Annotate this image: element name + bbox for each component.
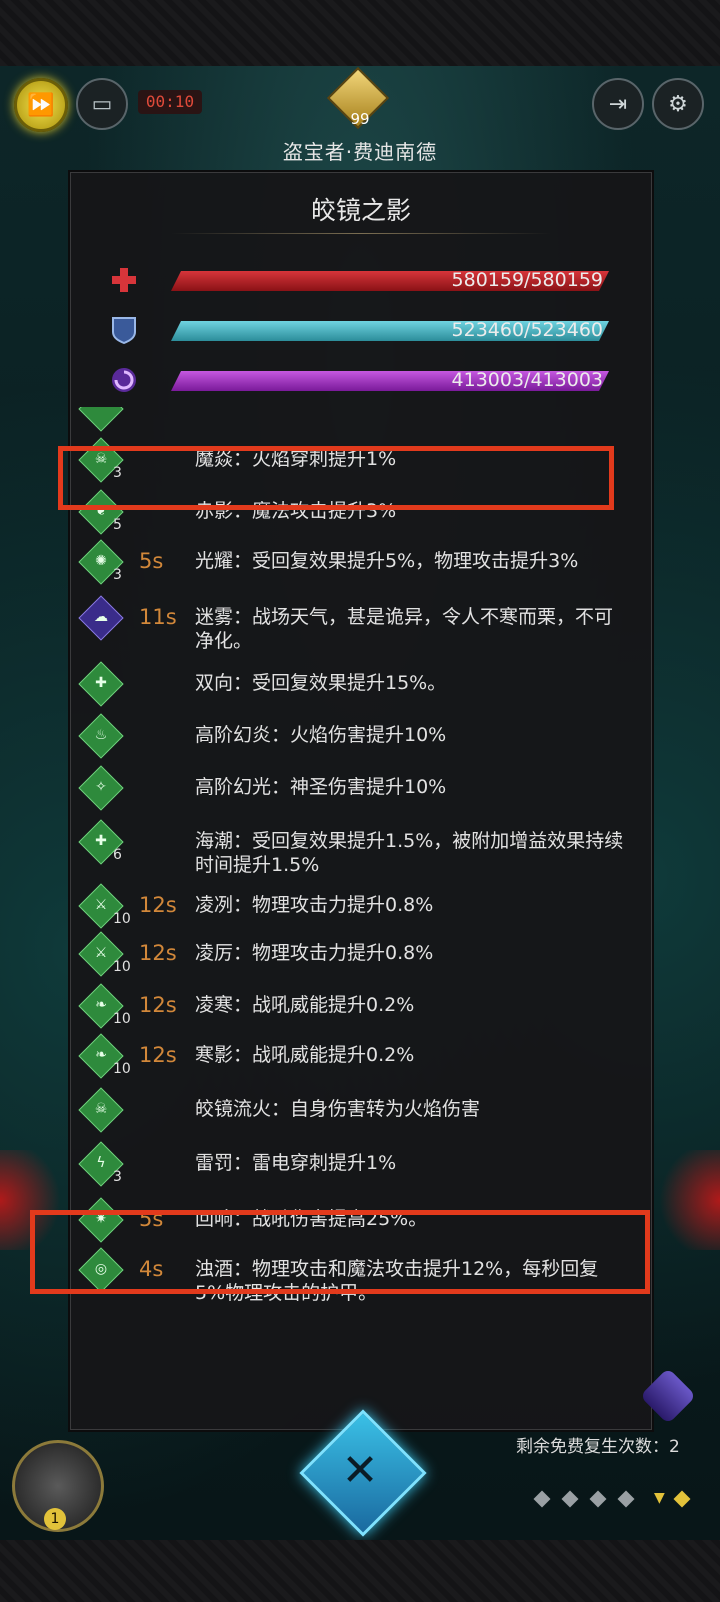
shield-icon (109, 315, 139, 345)
hp-value: 580159/580159 (451, 269, 603, 291)
right-red-glow (650, 1150, 720, 1250)
magic-swirl-icon (109, 365, 139, 395)
bottom-frame (0, 1540, 720, 1602)
buff-glyph: ✧ (95, 779, 107, 795)
buff-stack-count: 6 (113, 847, 122, 863)
buff-description: 高阶幻炎：火焰伤害提升10% (195, 724, 447, 746)
panel-title: 皎镜之影 (310, 196, 411, 225)
buff-stack-count: 10 (113, 1011, 131, 1027)
magic-row: 413003/413003 (71, 361, 651, 401)
buff-description: 凌冽：物理攻击力提升0.8% (195, 894, 434, 916)
buff-duration: 12s (139, 893, 177, 917)
boss-name: 盗宝者·费迪南德 (282, 140, 438, 164)
buff-stack-count: 5 (113, 517, 122, 533)
buff-duration: 11s (139, 605, 177, 629)
buff-stack-count: 3 (113, 567, 122, 583)
highlight-box (58, 446, 614, 510)
hp-row: 580159/580159 (71, 261, 651, 301)
page-dot[interactable] (589, 1490, 607, 1508)
buff-description: 迷雾：战场天气，甚是诡异，令人不寒而栗，不可净化。 (195, 606, 614, 652)
magic-value: 413003/413003 (451, 369, 603, 391)
armor-value: 523460/523460 (451, 319, 603, 341)
orb-count-badge: 1 (44, 1508, 66, 1530)
fast-forward-icon: ⏩ (27, 92, 55, 118)
page-dot[interactable] (617, 1490, 635, 1508)
buff-icon (78, 407, 124, 432)
buff-description: 光耀：受回复效果提升5%，物理攻击提升3% (195, 550, 579, 572)
buff-description: 高阶幻光：神圣伤害提升10% (195, 776, 447, 798)
armor-row: 523460/523460 (71, 311, 651, 351)
buff-stack-count: 10 (113, 959, 131, 975)
page-dot-active[interactable] (673, 1490, 691, 1508)
boss-level: 99 (350, 110, 370, 128)
buff-description: 凌寒：战吼威能提升0.2% (195, 994, 415, 1016)
buff-description: 海潮：受回复效果提升1.5%，被附加增益效果持续时间提升1.5% (195, 830, 624, 876)
gear-icon: ⚙ (668, 91, 688, 117)
exit-icon: ⇥ (608, 91, 628, 117)
page-dot[interactable] (561, 1490, 579, 1508)
buff-glyph: ☠ (94, 1101, 108, 1117)
highlight-box (30, 1210, 650, 1294)
monitor-icon: ▭ (91, 91, 113, 117)
buff-description: 皎镜流火：自身伤害转为火焰伤害 (195, 1098, 481, 1120)
chevron-down-icon: ▼ (654, 1490, 665, 1506)
buff-stack-count: 10 (113, 911, 131, 927)
close-icon: ✕ (341, 1444, 379, 1496)
settings-button[interactable]: ⚙ (652, 78, 704, 130)
buff-description: 寒影：战吼威能提升0.2% (195, 1044, 415, 1066)
screen-mode-button[interactable]: ▭ (76, 78, 128, 130)
top-frame (0, 0, 720, 66)
buff-duration: 12s (139, 993, 177, 1017)
exit-button[interactable]: ⇥ (592, 78, 644, 130)
buff-duration: 5s (139, 549, 164, 573)
battle-timer: 00:10 (138, 90, 202, 114)
buff-description: 双向：受回复效果提升15%。 (195, 672, 447, 694)
buff-stack-count: 10 (113, 1061, 131, 1077)
buff-glyph: ☁ (94, 609, 108, 625)
buff-stack-count: 3 (113, 1169, 122, 1185)
buff-glyph: ♨ (94, 727, 108, 743)
page-dot[interactable] (533, 1490, 551, 1508)
fast-forward-button[interactable]: ⏩ (14, 78, 68, 132)
buff-duration: 12s (139, 1043, 177, 1067)
revive-count: 剩余免费复生次数：2 (516, 1437, 680, 1457)
buff-description: 凌厉：物理攻击力提升0.8% (195, 942, 434, 964)
title-divider (171, 233, 551, 234)
health-cross-icon (109, 265, 139, 295)
buff-glyph: ✚ (95, 675, 107, 691)
page-indicator (533, 1490, 706, 1510)
buff-description: 雷罚：雷电穿刺提升1% (195, 1152, 397, 1174)
buff-duration: 12s (139, 941, 177, 965)
